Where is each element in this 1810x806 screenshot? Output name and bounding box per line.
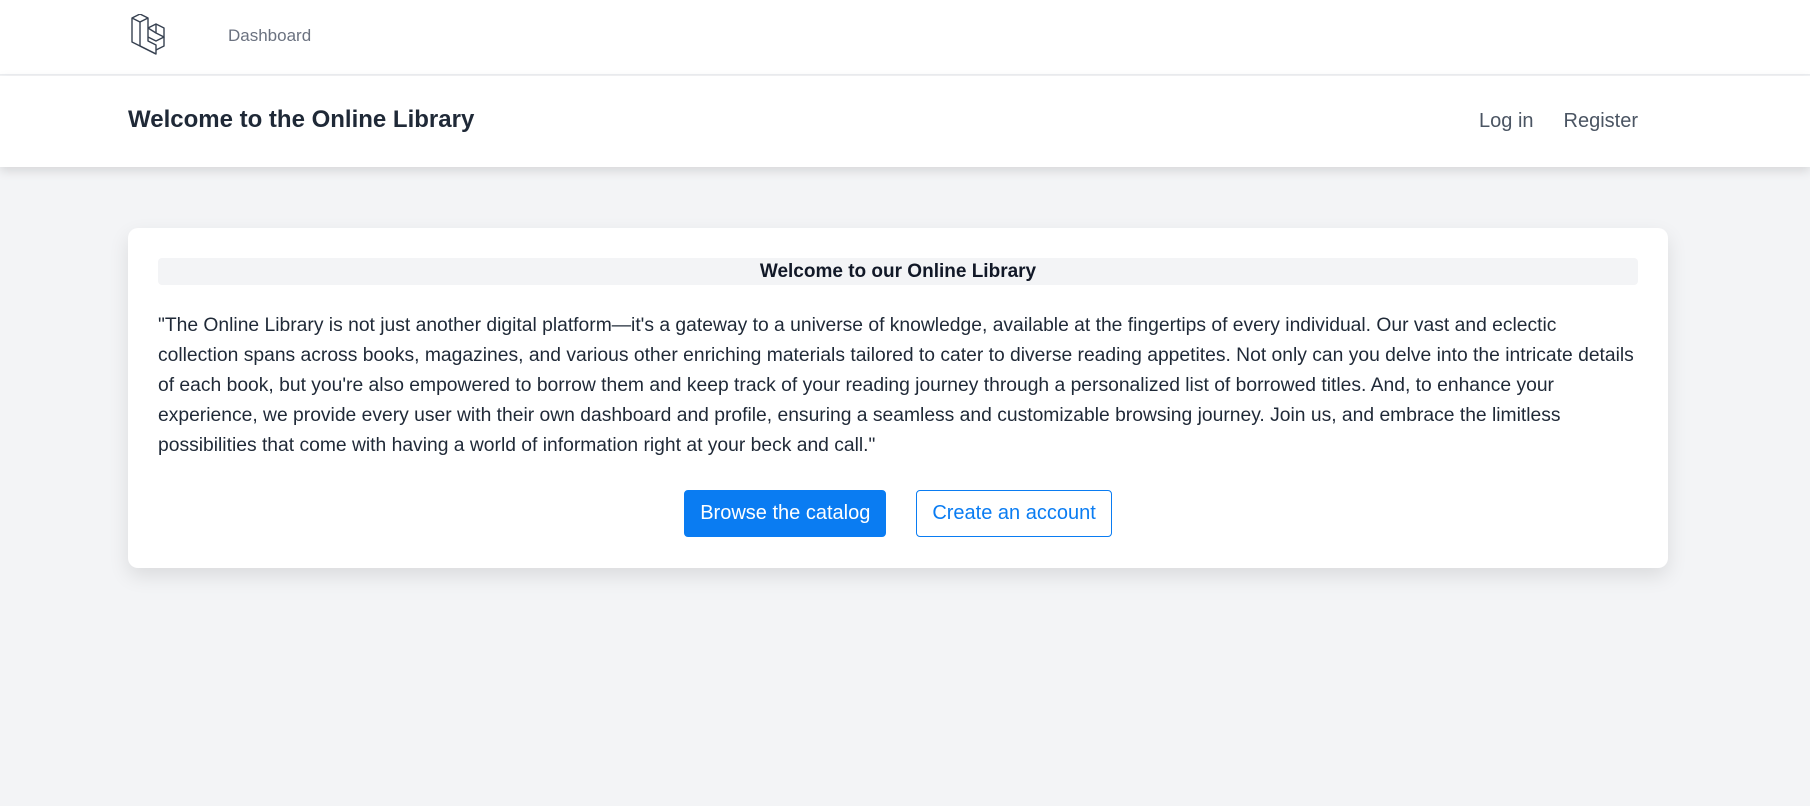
auth-links: Log in Register [1479,110,1638,133]
login-link[interactable]: Log in [1479,110,1534,133]
laravel-logo-icon[interactable] [130,13,174,56]
create-account-button[interactable]: Create an account [916,490,1112,537]
page-header: Welcome to the Online Library Log in Reg… [0,76,1810,167]
card-title: Welcome to our Online Library [158,258,1638,285]
register-link[interactable]: Register [1564,110,1638,133]
top-navigation: Dashboard [0,0,1810,75]
page-title: Welcome to the Online Library [128,106,475,133]
card-actions: Browse the catalog Create an account [128,490,1668,537]
card-description: "The Online Library is not just another … [158,315,1634,456]
nav-dashboard-link[interactable]: Dashboard [228,26,311,46]
browse-catalog-button[interactable]: Browse the catalog [684,490,887,537]
welcome-card: Welcome to our Online Library "The Onlin… [128,228,1668,568]
